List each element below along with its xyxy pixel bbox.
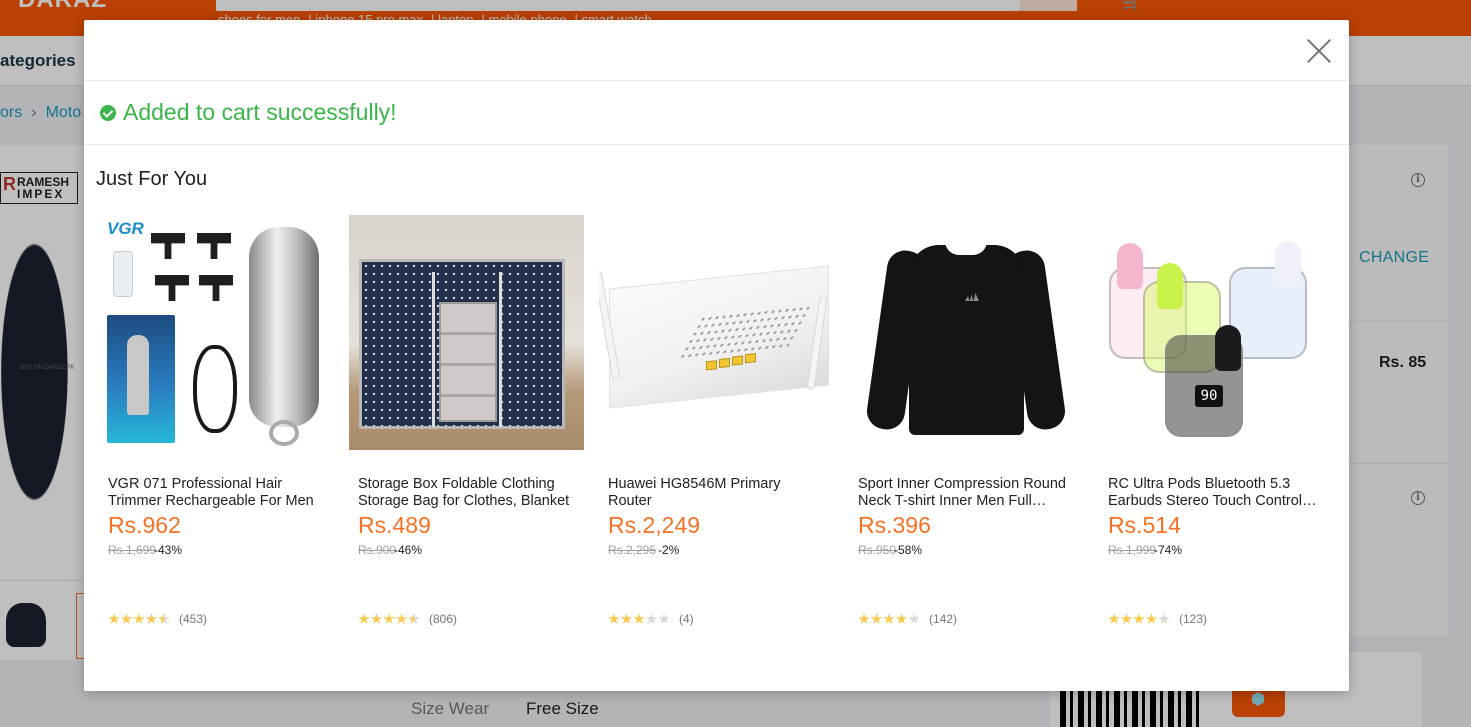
star-icon — [620, 613, 633, 624]
tshirt-image[interactable] — [849, 215, 1084, 450]
star-icon — [870, 613, 883, 624]
product-price: Rs.2,249 — [608, 512, 701, 538]
product-name[interactable]: VGR 071 Professional Hair Trimmer Rechar… — [108, 476, 326, 510]
earbuds-image[interactable]: 90 — [1099, 215, 1334, 450]
recommended-products: VGR VGR 071 Professional Hair Trimmer Re… — [99, 215, 1334, 655]
product-name[interactable]: RC Ultra Pods Bluetooth 5.3 Earbuds Ster… — [1108, 476, 1326, 510]
rating-stars — [608, 613, 671, 625]
rating-count: (123) — [1179, 612, 1208, 626]
rating-count: (453) — [179, 612, 208, 626]
star-icon — [858, 613, 870, 624]
product-name[interactable]: Sport Inner Compression Round Neck T-shi… — [858, 476, 1076, 510]
discount-percent: -46% — [394, 543, 423, 557]
rating-stars — [108, 613, 171, 625]
star-icon — [145, 613, 158, 624]
star-icon — [1133, 613, 1145, 624]
product-price: Rs.962 — [108, 512, 181, 538]
discount-percent: -58% — [894, 543, 923, 557]
star-icon — [895, 613, 908, 624]
original-price: Rs.900 — [358, 543, 397, 557]
original-price: Rs.1,999 — [1108, 543, 1157, 557]
discount-percent: -2% — [658, 543, 680, 557]
product-card[interactable]: Sport Inner Compression Round Neck T-shi… — [849, 215, 1084, 655]
product-card[interactable]: VGR VGR 071 Professional Hair Trimmer Re… — [99, 215, 334, 655]
success-message: Added to cart successfully! — [123, 99, 397, 125]
star-icon — [1120, 613, 1133, 624]
product-name[interactable]: Storage Box Foldable Clothing Storage Ba… — [358, 476, 576, 510]
star-icon — [633, 613, 645, 624]
star-icon — [408, 613, 420, 624]
discount-percent: -74% — [1154, 543, 1183, 557]
star-icon — [1145, 613, 1158, 624]
rating-stars — [358, 613, 421, 625]
product-name[interactable]: Huawei HG8546M Primary Router — [608, 476, 826, 510]
star-icon — [133, 613, 145, 624]
product-price: Rs.489 — [358, 512, 431, 538]
discount-percent: -43% — [154, 543, 183, 557]
star-icon — [120, 613, 133, 624]
star-icon — [158, 613, 170, 624]
star-icon — [383, 613, 395, 624]
added-to-cart-modal: Added to cart successfully! Just For You… — [84, 20, 1349, 691]
product-price: Rs.396 — [858, 512, 931, 538]
star-icon — [908, 613, 920, 624]
storage-box-image[interactable] — [349, 215, 584, 450]
original-price: Rs.950 — [858, 543, 897, 557]
rating-stars — [858, 613, 921, 625]
close-icon[interactable] — [1306, 38, 1332, 64]
product-card[interactable]: Huawei HG8546M Primary Router Rs.2,249 R… — [599, 215, 834, 655]
rating-count: (806) — [429, 612, 458, 626]
original-price: Rs.2,295 — [608, 543, 657, 557]
product-card[interactable]: 90 RC Ultra Pods Bluetooth 5.3 Earbuds S… — [1099, 215, 1334, 655]
original-price: Rs.1,699 — [108, 543, 157, 557]
star-icon — [1108, 613, 1120, 624]
rating-count: (142) — [929, 612, 958, 626]
star-icon — [1158, 613, 1170, 624]
star-icon — [645, 613, 658, 624]
rating-stars — [1108, 613, 1171, 625]
star-icon — [658, 613, 670, 624]
star-icon — [108, 613, 120, 624]
star-icon — [370, 613, 383, 624]
earbuds-display-text: 90 — [1195, 385, 1223, 407]
product-card[interactable]: Storage Box Foldable Clothing Storage Ba… — [349, 215, 584, 655]
star-icon — [608, 613, 620, 624]
rating-count: (4) — [679, 612, 694, 626]
star-icon — [358, 613, 370, 624]
check-circle-icon — [100, 104, 116, 121]
product-price: Rs.514 — [1108, 512, 1181, 538]
hair-trimmer-image[interactable]: VGR — [99, 215, 334, 450]
section-title: Just For You — [96, 168, 208, 190]
star-icon — [883, 613, 895, 624]
router-image[interactable] — [599, 215, 834, 450]
success-banner: Added to cart successfully! — [100, 99, 397, 126]
star-icon — [395, 613, 408, 624]
